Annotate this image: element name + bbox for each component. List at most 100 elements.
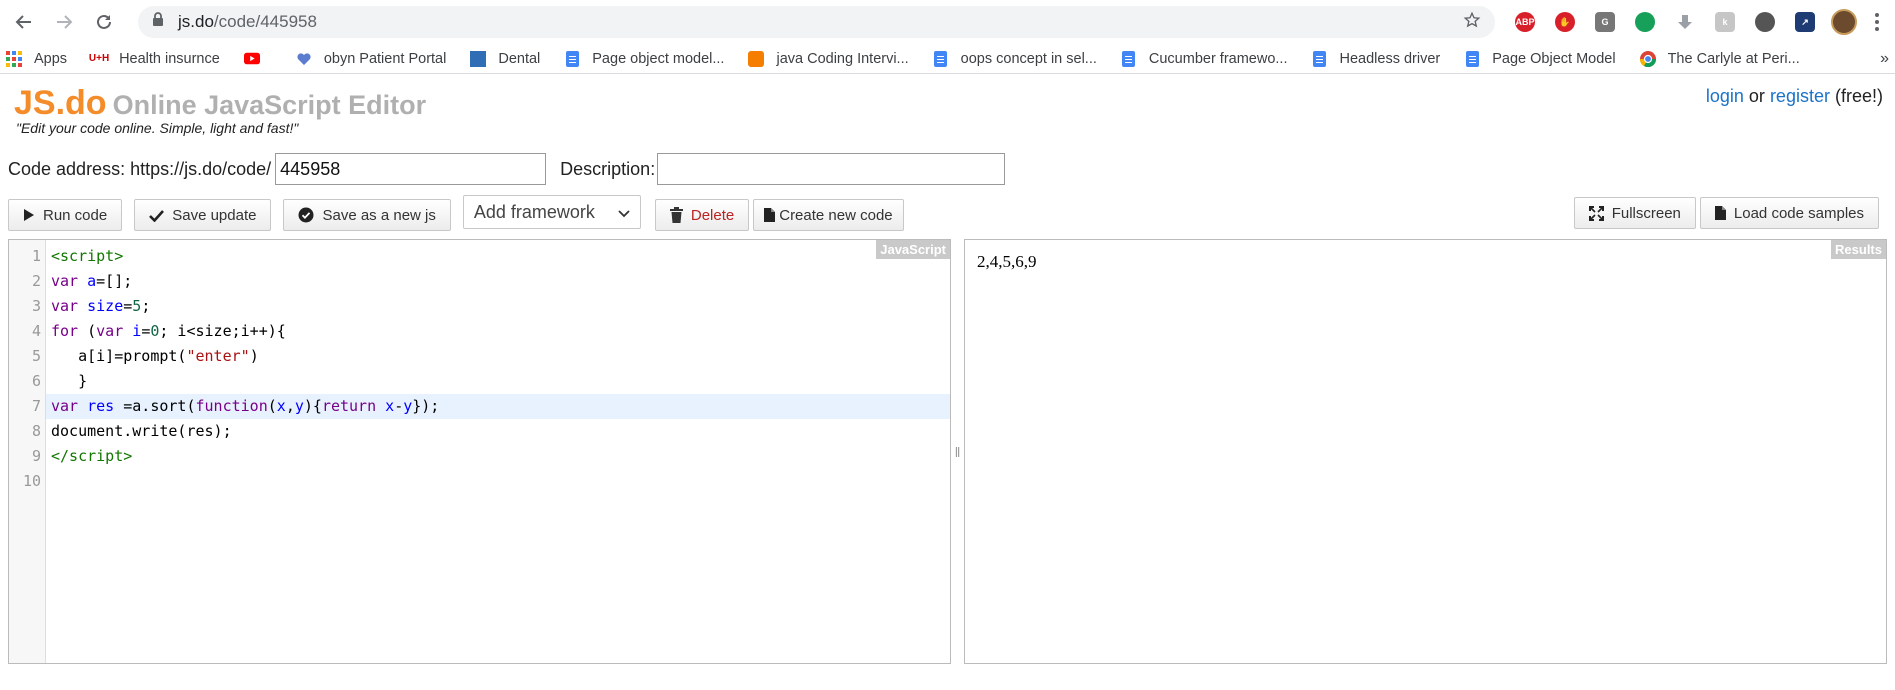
code-line: document.write(res);: [51, 422, 232, 440]
bookmark-label: Cucumber framewo...: [1148, 50, 1288, 67]
bookmark-label: Page object model...: [592, 50, 725, 67]
chrome-icon: [1639, 50, 1656, 67]
k-extension-icon[interactable]: k: [1711, 8, 1739, 36]
page-content: JS.do Online JavaScript Editor "Edit your…: [0, 74, 1895, 664]
code-line-active: var res =a.sort(function(x,y){return x-y…: [46, 394, 950, 419]
description-input[interactable]: [657, 153, 1006, 185]
check-circle-icon: [298, 207, 314, 223]
line-number-gutter: 1 2 3 4 5 6 7 8 9 10: [9, 240, 46, 663]
reload-icon: [97, 14, 111, 29]
bookmark-label: oops concept in sel...: [960, 50, 1097, 67]
bookmark-carlyle[interactable]: The Carlyle at Peri...: [1639, 50, 1800, 67]
bookmark-oops[interactable]: oops concept in sel...: [933, 50, 1097, 67]
line-number: 10: [22, 472, 41, 490]
doc-icon: [1121, 50, 1137, 67]
load-code-samples-button[interactable]: Load code samples: [1699, 197, 1879, 229]
download-extension-icon[interactable]: [1671, 8, 1699, 36]
bookmark-health[interactable]: U+H Health insurnce: [88, 50, 220, 67]
code-area[interactable]: <script> var a=[]; var size=5; for (var …: [46, 240, 950, 663]
bookmark-java-coding[interactable]: java Coding Intervi...: [748, 50, 909, 67]
profile-avatar[interactable]: [1831, 9, 1857, 35]
site-header: JS.do Online JavaScript Editor "Edit your…: [8, 74, 1887, 146]
file-icon: [1714, 206, 1726, 220]
new-file-icon: [764, 208, 776, 222]
bookmark-page-object-model-1[interactable]: Page object model...: [564, 50, 725, 67]
code-line: var size=5;: [51, 297, 151, 315]
line-number: 8: [31, 422, 41, 440]
add-framework-select[interactable]: Add framework: [462, 195, 641, 229]
heart-icon: [296, 51, 312, 67]
play-icon: [23, 208, 35, 222]
browser-toolbar: js.do/code/445958 ABP ✋ G k ↗: [0, 0, 1895, 44]
youtube-icon: [243, 51, 260, 67]
bookmark-star-icon[interactable]: [1463, 11, 1481, 34]
add-framework-value: Add framework: [473, 201, 595, 222]
create-new-code-button[interactable]: Create new code: [753, 199, 904, 231]
forward-arrow-icon: [57, 15, 73, 29]
fullscreen-icon: [1588, 205, 1604, 221]
bookmark-dental[interactable]: Dental: [470, 50, 540, 67]
reload-button[interactable]: [88, 6, 120, 38]
bookmarks-overflow-button[interactable]: »: [1880, 50, 1889, 68]
line-number: 4: [31, 322, 41, 340]
site-logo[interactable]: JS.do Online JavaScript Editor: [14, 84, 426, 123]
bookmark-page-object-model-2[interactable]: Page Object Model: [1464, 50, 1616, 67]
login-link[interactable]: login: [1706, 86, 1744, 106]
run-code-button[interactable]: Run code: [8, 199, 123, 231]
line-number: 7: [31, 397, 41, 415]
health-icon: U+H: [88, 53, 110, 64]
circle-extension-icon[interactable]: [1751, 8, 1779, 36]
blogger-icon: [748, 50, 765, 67]
site-tagline: "Edit your code online. Simple, light an…: [16, 120, 299, 136]
bookmark-label: Apps: [34, 50, 68, 67]
bookmark-label: Headless driver: [1339, 50, 1441, 67]
save-update-button[interactable]: Save update: [134, 199, 272, 231]
bookmark-headless[interactable]: Headless driver: [1312, 50, 1441, 67]
bookmark-label: The Carlyle at Peri...: [1667, 50, 1800, 67]
bookmark-apps[interactable]: Apps: [6, 50, 68, 67]
bookmark-cucumber[interactable]: Cucumber framewo...: [1121, 50, 1288, 67]
pane-resize-handle[interactable]: ‖: [951, 239, 964, 664]
bookmark-patient-portal[interactable]: obyn Patient Portal: [296, 51, 446, 67]
bookmark-label: Health insurnce: [119, 50, 220, 67]
doc-icon: [933, 50, 949, 67]
line-number: 9: [31, 447, 41, 465]
back-button[interactable]: [8, 6, 40, 38]
results-pane: 2,4,5,6,9 Results: [964, 239, 1887, 664]
code-line: for (var i=0; i<size;i++){: [51, 322, 286, 340]
doc-icon: [1312, 50, 1328, 67]
register-link[interactable]: register: [1770, 86, 1830, 106]
auth-or-text: or: [1748, 86, 1765, 106]
run-code-label: Run code: [43, 206, 108, 224]
code-address-input[interactable]: [275, 153, 547, 185]
save-as-new-button[interactable]: Save as a new js: [283, 199, 451, 231]
dental-icon: [470, 50, 487, 67]
auth-free-text: (free!): [1834, 86, 1883, 106]
g-extension-icon[interactable]: G: [1591, 8, 1619, 36]
adblock-extension-icon[interactable]: ABP: [1511, 8, 1539, 36]
view-controls: Fullscreen Load code samples: [1573, 197, 1883, 229]
green-bubble-extension-icon[interactable]: [1631, 8, 1659, 36]
line-number: 3: [31, 297, 41, 315]
line-number: 5: [31, 347, 41, 365]
results-pane-label: Results: [1831, 240, 1886, 259]
stop-extension-icon[interactable]: ✋: [1551, 8, 1579, 36]
bookmark-youtube[interactable]: [243, 51, 272, 67]
description-label: Description:: [560, 158, 656, 179]
chart-extension-icon[interactable]: ↗: [1791, 8, 1819, 36]
editor-panes: 1 2 3 4 5 6 7 8 9 10 <script> var a=[]; …: [8, 239, 1887, 664]
back-arrow-icon: [15, 15, 31, 29]
code-editor[interactable]: 1 2 3 4 5 6 7 8 9 10 <script> var a=[]; …: [8, 239, 951, 664]
fullscreen-label: Fullscreen: [1611, 204, 1681, 222]
address-bar[interactable]: js.do/code/445958: [138, 6, 1495, 38]
chevron-down-icon: [618, 202, 630, 223]
forward-button[interactable]: [48, 6, 80, 38]
apps-grid-icon: [6, 50, 22, 67]
delete-button[interactable]: Delete: [654, 199, 750, 231]
url-text: js.do/code/445958: [178, 12, 317, 31]
browser-menu-icon[interactable]: [1867, 13, 1887, 31]
fullscreen-button[interactable]: Fullscreen: [1573, 197, 1696, 229]
line-number: 6: [31, 372, 41, 390]
editor-toolbar: Run code Save update Save as a new js Ad…: [8, 193, 1887, 237]
